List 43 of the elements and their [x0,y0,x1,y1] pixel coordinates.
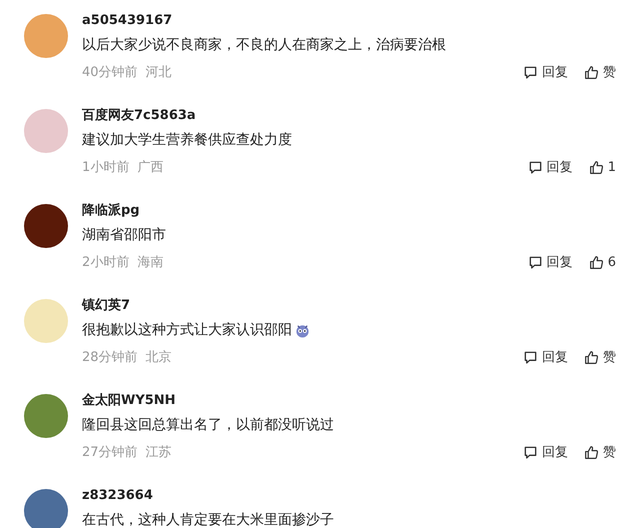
comment-location: 北京 [146,349,172,366]
comment-time: 2小时前 [82,254,130,271]
like-button[interactable]: 1 [588,160,616,174]
thumbs-up-icon [588,254,604,270]
thumbs-up-icon [584,444,599,460]
username[interactable]: 镇幻英7 [82,297,130,314]
comment-text: 以后大家少说不良商家，不良的人在商家之上，治病要治根 [82,36,446,55]
speech-bubble-icon [523,444,538,460]
comment-text: 隆回县这回总算出名了，以前都没听说过 [82,416,334,435]
comment-time: 1小时前 [82,159,130,176]
username[interactable]: z8323664 [82,487,153,504]
comment-location: 河北 [146,64,172,81]
speech-bubble-icon [523,64,538,80]
speech-bubble-icon [523,350,538,364]
like-button[interactable]: 赞 [584,443,616,461]
comment-text: 很抱歉以这种方式让大家认识邵阳 [82,321,292,340]
comment-time: 28分钟前 [82,349,138,366]
comment-time: 40分钟前 [82,64,138,81]
reply-button[interactable]: 回复 [523,348,568,366]
like-button[interactable]: 赞 [584,63,616,81]
reply-button[interactable]: 回复 [528,158,573,176]
like-button[interactable]: 赞 [584,348,616,366]
username[interactable]: a505439167 [82,12,172,29]
like-button[interactable]: 6 [588,254,616,270]
thumbs-up-icon [584,350,599,364]
reply-button[interactable]: 回复 [523,443,568,461]
comment-text: 湖南省邵阳市 [82,226,166,245]
comment-location: 江苏 [146,444,172,461]
username[interactable]: 百度网友7c5863a [82,107,196,124]
thumbs-up-icon [584,64,599,80]
reply-button[interactable]: 回复 [523,63,568,81]
comment-text: 在古代，这种人肯定要在大米里面掺沙子 [82,511,334,528]
comment-location: 海南 [137,254,164,271]
avatar-placeholder[interactable] [24,204,68,248]
comment-text: 建议加大学生营养餐供应查处力度 [82,131,292,150]
reply-button[interactable]: 回复 [528,253,573,271]
thumbs-up-icon [588,160,604,174]
comment-location: 广西 [137,159,164,176]
username[interactable]: 降临派pg [82,202,140,219]
speech-bubble-icon [528,160,543,174]
username[interactable]: 金太阳WY5NH [82,392,176,409]
comment-time: 27分钟前 [82,444,138,461]
speech-bubble-icon [528,254,543,270]
